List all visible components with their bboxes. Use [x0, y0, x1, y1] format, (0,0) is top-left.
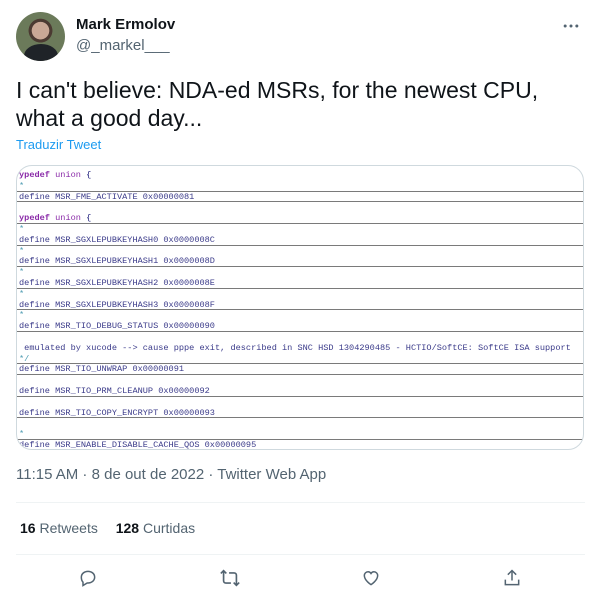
tweet-text: I can't believe: NDA-ed MSRs, for the ne…	[16, 77, 539, 131]
divider	[16, 554, 585, 555]
code-line: */	[17, 354, 583, 365]
retweet-icon[interactable]	[218, 566, 242, 590]
reply-icon[interactable]	[76, 566, 100, 590]
code-line: define MSR_TIO_UNWRAP 0x00000091	[17, 364, 583, 376]
code-line: define MSR_SGXLEPUBKEYHASH3 0x0000008F	[17, 300, 583, 311]
code-line: define MSR_ENABLE_DISABLE_CACHE_QOS 0x00…	[17, 440, 583, 449]
divider	[16, 502, 585, 503]
likes-label: Curtidas	[142, 520, 196, 536]
code-line: *	[17, 429, 583, 440]
more-icon[interactable]	[559, 14, 583, 38]
code-line: *	[19, 267, 25, 278]
tweet-timestamp[interactable]: 11:15 AM · 8 de out de 2022 · Twitter We…	[16, 466, 326, 483]
code-line: *	[19, 310, 25, 321]
author-handle[interactable]: @_markel___	[76, 37, 170, 54]
retweets-count: 16	[20, 520, 36, 536]
code-keyword: union	[55, 213, 81, 224]
author-name[interactable]: Mark Ermolov	[76, 16, 175, 33]
tweet-media-image[interactable]: ypedef union {* define MSR_FME_ACTIVATE 0…	[16, 165, 584, 450]
code-line: define MSR_SGXLEPUBKEYHASH0 0x0000008C	[17, 235, 583, 246]
code-keyword: union	[55, 170, 81, 180]
code-line: define MSR_TIO_PRM_CLEANUP 0x00000092	[17, 386, 583, 397]
code-line: define MSR_TIO_COPY_ENCRYPT 0x00000093	[17, 408, 583, 419]
code-keyword: ypedef	[19, 170, 50, 180]
tweet-stats: 16 Retweets 128 Curtidas	[20, 520, 209, 536]
code-line: ypedef union {	[17, 170, 583, 181]
code-line: *	[19, 223, 25, 234]
tweet-actions	[0, 564, 601, 594]
code-line: define MSR_FME_ACTIVATE 0x00000081	[17, 192, 583, 203]
code-line: *	[17, 181, 583, 192]
like-icon[interactable]	[359, 566, 383, 590]
code-line: define MSR_SGXLEPUBKEYHASH1 0x0000008D	[17, 256, 583, 268]
code-brace: {	[80, 170, 92, 180]
code-line: *	[19, 245, 25, 256]
share-icon[interactable]	[500, 566, 524, 590]
code-line: ypedef union {	[17, 213, 583, 224]
code-line: define MSR_SGXLEPUBKEYHASH2 0x0000008E	[17, 278, 583, 289]
translate-tweet-link[interactable]: Traduzir Tweet	[16, 137, 101, 152]
code-screenshot: ypedef union {* define MSR_FME_ACTIVATE 0…	[17, 170, 583, 449]
retweets-stat[interactable]: 16 Retweets	[20, 520, 98, 536]
code-brace: {	[80, 213, 92, 224]
code-line: emulated by xucode --> cause pppe exit, …	[19, 342, 571, 353]
code-line: *	[19, 288, 25, 299]
avatar[interactable]	[16, 12, 65, 61]
code-line: define MSR_TIO_DEBUG_STATUS 0x00000090	[17, 321, 583, 332]
likes-count: 128	[115, 520, 140, 536]
likes-stat[interactable]: 128 Curtidas	[116, 520, 195, 536]
code-keyword: ypedef	[19, 213, 50, 224]
retweets-label: Retweets	[39, 520, 98, 536]
